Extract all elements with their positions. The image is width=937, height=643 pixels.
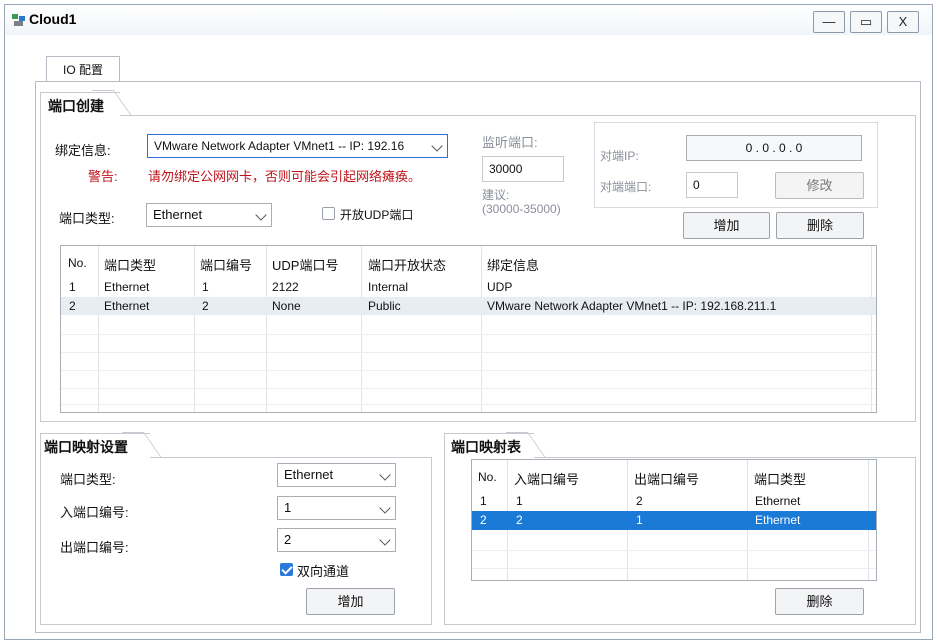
peer-port-input[interactable]: 0 [686,172,738,198]
row-divider [61,370,876,371]
cloud-app-icon [12,14,25,26]
column-header-port-type[interactable]: 端口类型 [104,255,156,274]
table-cell: Ethernet [755,513,801,527]
table-row[interactable]: 1 Ethernet 1 2122 Internal UDP [61,278,876,296]
udp-port-checkbox[interactable] [322,207,335,220]
suggest-label: 建议: [482,188,510,202]
tab-io-config[interactable]: IO 配置 [46,56,120,82]
port-table[interactable]: No. 端口类型 端口编号 UDP端口号 端口开放状态 绑定信息 1 Ether… [60,245,877,413]
suggest-range: (30000-35000) [482,202,561,216]
out-port-label: 出端口编号: [60,540,129,555]
peer-port-label: 对端端口: [600,180,652,194]
minimize-button[interactable]: — [813,11,845,33]
port-type-label: 端口类型: [59,211,115,226]
binding-info-label: 绑定信息: [55,143,111,158]
chevron-down-icon [379,469,391,481]
add-port-button[interactable]: 增加 [683,212,770,239]
add-mapping-button[interactable]: 增加 [306,588,395,615]
delete-mapping-button[interactable]: 删除 [775,588,864,615]
chevron-down-icon [431,140,443,152]
port-mapping-table[interactable]: No. 入端口编号 出端口编号 端口类型 1 1 2 Ethernet 2 2 … [471,459,877,581]
column-header-port-number[interactable]: 端口编号 [200,255,252,274]
port-mapping-settings-title: 端口映射设置 [44,437,136,457]
udp-port-checkbox-label: 开放UDP端口 [340,208,414,222]
table-cell: UDP [487,280,513,294]
peer-ip-input[interactable]: 0 . 0 . 0 . 0 [686,135,862,161]
table-cell: Ethernet [755,494,801,508]
warning-text: 请勿绑定公网网卡，否则可能会引起网络瘫痪。 [148,169,422,184]
table-cell: 2 [636,494,643,508]
row-divider [472,550,876,551]
listen-port-input[interactable]: 30000 [482,156,564,182]
table-cell: Internal [368,280,409,294]
table-cell: 1 [480,494,487,508]
table-row[interactable]: 2 Ethernet 2 None Public VMware Network … [61,297,876,315]
in-port-select[interactable]: 1 [277,496,396,520]
column-header-in-port[interactable]: 入端口编号 [514,469,579,488]
delete-port-button[interactable]: 删除 [776,212,864,239]
chevron-down-icon [379,534,391,546]
mapping-port-type-label: 端口类型: [60,472,116,487]
column-header-port-type[interactable]: 端口类型 [754,469,806,488]
table-cell: 2 [480,513,487,527]
row-divider [61,334,876,335]
column-header-open-status[interactable]: 端口开放状态 [368,255,446,274]
table-row[interactable]: 1 1 2 Ethernet [472,492,876,510]
modify-button[interactable]: 修改 [775,172,864,199]
mapping-port-type-select[interactable]: Ethernet [277,463,396,487]
column-header-binding-info[interactable]: 绑定信息 [487,255,539,274]
table-cell: 2 [516,513,523,527]
port-mapping-table-title: 端口映射表 [451,437,529,457]
window-title: Cloud1 [29,11,77,27]
port-creation-title: 端口创建 [48,96,112,116]
row-divider [61,352,876,353]
mapping-port-type-value: Ethernet [284,467,334,482]
chevron-down-icon [379,502,391,514]
table-cell: 1 [516,494,523,508]
table-cell: 2 [69,299,76,313]
maximize-button[interactable]: ▭ [850,11,882,33]
table-cell: Public [368,299,401,313]
port-type-value: Ethernet [153,207,203,222]
in-port-label: 入端口编号: [60,505,129,520]
row-divider [61,404,876,405]
binding-info-select[interactable]: VMware Network Adapter VMnet1 -- IP: 192… [147,134,448,158]
table-row-selected[interactable]: 2 2 1 Ethernet [472,511,876,530]
in-port-value: 1 [284,500,292,515]
out-port-value: 2 [284,532,292,547]
table-cell: 1 [202,280,209,294]
column-header-no[interactable]: No. [68,256,87,270]
port-type-select[interactable]: Ethernet [146,203,272,227]
out-port-select[interactable]: 2 [277,528,396,552]
table-cell: Ethernet [104,280,150,294]
table-cell: VMware Network Adapter VMnet1 -- IP: 192… [487,299,777,313]
column-header-out-port[interactable]: 出端口编号 [634,469,699,488]
table-cell: 2122 [272,280,299,294]
table-cell: Ethernet [104,299,150,313]
binding-info-value: VMware Network Adapter VMnet1 -- IP: 192… [154,139,405,153]
peer-ip-label: 对端IP: [600,149,639,163]
table-cell: 1 [69,280,76,294]
warning-label: 警告: [88,169,118,184]
row-divider [472,568,876,569]
chevron-down-icon [255,209,267,221]
listen-port-label: 监听端口: [482,135,538,150]
table-cell: 2 [202,299,209,313]
bidirectional-checkbox[interactable] [280,563,293,576]
row-divider [61,388,876,389]
column-header-udp-port[interactable]: UDP端口号 [272,255,338,274]
table-cell: 1 [636,513,643,527]
title-bar[interactable]: Cloud1 — ▭ X [5,5,932,35]
table-cell: None [272,299,301,313]
bidirectional-label: 双向通道 [297,564,350,579]
close-button[interactable]: X [887,11,919,33]
column-header-no[interactable]: No. [478,470,497,484]
